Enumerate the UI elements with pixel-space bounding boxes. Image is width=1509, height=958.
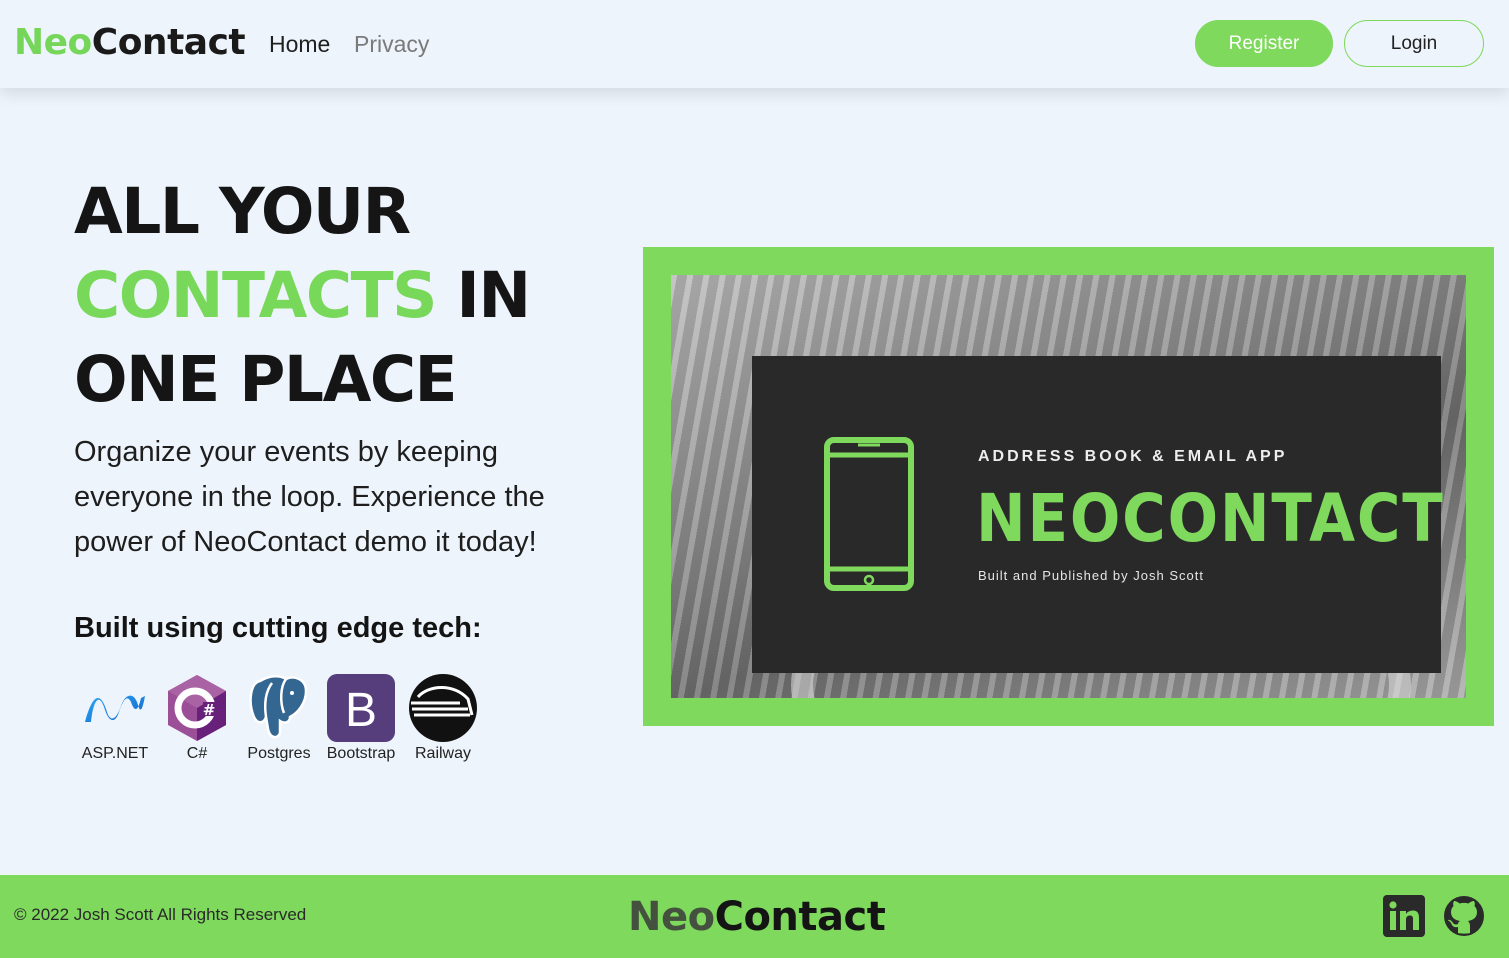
csharp-icon: # [161,672,233,744]
tech-label: C# [186,745,208,762]
nav-link-home[interactable]: Home [269,30,330,58]
linkedin-icon[interactable] [1383,895,1425,937]
smartphone-icon [824,437,914,591]
hero-banner: ADDRESS BOOK & EMAIL APP NEOCONTACT Buil… [643,247,1494,726]
bootstrap-icon: B [325,672,397,744]
hero-title-after-accent: IN [435,259,531,332]
banner-title: NEOCONTACT [976,480,1445,557]
tech-label: Railway [414,745,471,762]
tech-item-aspnet: ASP.NET [74,672,156,763]
banner-background-photo: ADDRESS BOOK & EMAIL APP NEOCONTACT Buil… [671,275,1466,698]
svg-text:#: # [203,701,216,719]
register-button[interactable]: Register [1195,20,1333,67]
footer: © 2022 Josh Scott All Rights Reserved Ne… [0,875,1509,958]
hero-title-accent: CONTACTS [74,259,437,332]
aspnet-icon [79,672,151,744]
hero-title: ALL YOUR CONTACTS IN ONE PLACE [74,170,634,422]
hero-subtitle: Organize your events by keeping everyone… [74,436,545,558]
tech-item-bootstrap: B Bootstrap [320,672,402,763]
copyright-text: © 2022 Josh Scott All Rights Reserved [14,905,307,924]
github-icon[interactable] [1443,895,1485,937]
banner-card: ADDRESS BOOK & EMAIL APP NEOCONTACT Buil… [752,356,1443,673]
svg-text:B: B [345,684,377,737]
postgres-icon [243,672,315,744]
brand-suffix: Contact [91,22,246,63]
tech-list: ASP.NET # C# Postgres B Bootstrap Railwa… [74,672,484,763]
tech-heading: Built using cutting edge tech: [74,612,482,644]
tech-item-railway: Railway [402,672,484,763]
hero-title-line1: ALL YOUR [74,175,411,248]
brand-prefix: Neo [14,22,92,63]
tech-item-csharp: # C# [156,672,238,763]
navbar: NeoContact Home Privacy Register Login [0,0,1509,88]
tech-item-postgres: Postgres [238,672,320,763]
railway-icon [407,672,479,744]
tech-label: Bootstrap [326,745,396,762]
banner-byline: Built and Published by Josh Scott [978,568,1204,583]
footer-brand-suffix: Contact [714,894,886,940]
nav-link-privacy[interactable]: Privacy [354,30,429,58]
brand-logo[interactable]: NeoContact [14,22,246,64]
banner-kicker: ADDRESS BOOK & EMAIL APP [978,448,1288,465]
hero-title-line3: ONE PLACE [74,343,458,416]
tech-label: ASP.NET [81,745,149,762]
login-button[interactable]: Login [1344,20,1484,67]
tech-label: Postgres [247,745,311,762]
footer-brand-prefix: Neo [628,894,715,940]
footer-brand-logo: NeoContact [628,893,886,941]
